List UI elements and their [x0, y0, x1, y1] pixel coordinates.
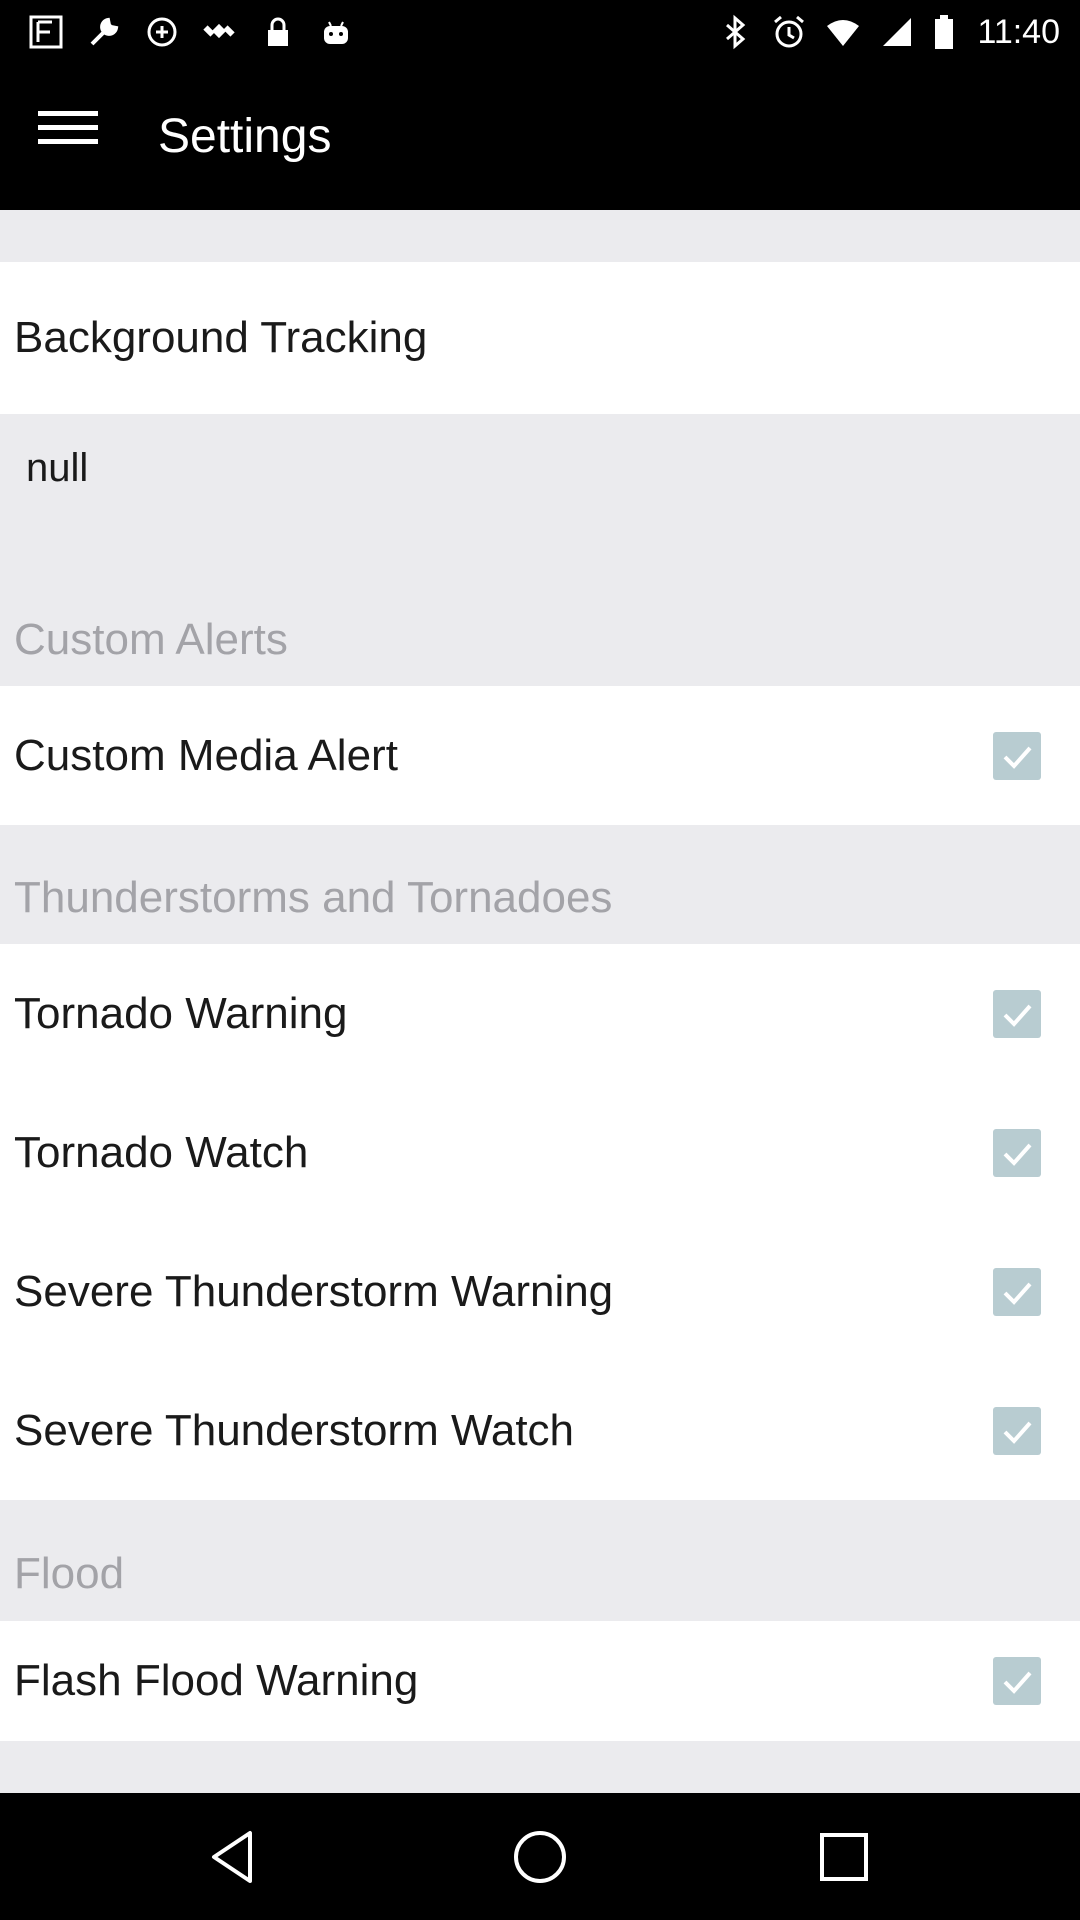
flash-flood-warning-row[interactable]: Flash Flood Warning: [0, 1621, 1080, 1741]
page-title: Settings: [158, 110, 332, 163]
notification-icon: [28, 14, 64, 50]
app-bar: Settings: [0, 63, 1080, 210]
navigation-bar: [0, 1793, 1080, 1920]
tornado-watch-checkbox[interactable]: [993, 1129, 1041, 1177]
flash-flood-warning-label: Flash Flood Warning: [14, 1656, 419, 1705]
settings-list[interactable]: Background Tracking null Custom Alerts C…: [0, 210, 1080, 1793]
bluetooth-icon: [717, 14, 753, 50]
alarm-icon: [771, 14, 807, 50]
wifi-icon: [825, 14, 861, 50]
android-icon: [318, 14, 354, 50]
severe-thunderstorm-watch-checkbox[interactable]: [993, 1407, 1041, 1455]
home-button[interactable]: [506, 1823, 574, 1891]
tornado-warning-label: Tornado Warning: [14, 989, 348, 1038]
lock-icon: [260, 14, 296, 50]
custom-media-alert-row[interactable]: Custom Media Alert: [0, 686, 1080, 825]
menu-button[interactable]: [38, 111, 110, 163]
section-header-custom-alerts: Custom Alerts: [14, 615, 288, 664]
tornado-watch-label: Tornado Watch: [14, 1128, 309, 1177]
tornado-warning-checkbox[interactable]: [993, 990, 1041, 1038]
flash-flood-warning-checkbox[interactable]: [993, 1657, 1041, 1705]
wrench-icon: [86, 14, 122, 50]
section-header-thunderstorms: Thunderstorms and Tornadoes: [14, 873, 613, 922]
back-button[interactable]: [200, 1823, 268, 1891]
menu-icon-line: [38, 139, 98, 144]
section-header-flood: Flood: [14, 1549, 125, 1598]
recents-icon: [820, 1833, 868, 1881]
sync-icon: [144, 14, 180, 50]
status-time: 11:40: [977, 12, 1060, 51]
severe-thunderstorm-warning-checkbox[interactable]: [993, 1268, 1041, 1316]
background-tracking-row[interactable]: Background Tracking: [0, 262, 1080, 414]
custom-media-alert-checkbox[interactable]: [993, 732, 1041, 780]
status-bar: 11:40: [0, 0, 1080, 63]
menu-icon-line: [38, 111, 98, 116]
custom-media-alert-label: Custom Media Alert: [14, 731, 398, 780]
null-text: null: [26, 446, 89, 490]
severe-thunderstorm-warning-label: Severe Thunderstorm Warning: [14, 1267, 614, 1316]
recents-button[interactable]: [810, 1823, 878, 1891]
severe-thunderstorm-watch-row[interactable]: Severe Thunderstorm Watch: [0, 1361, 1080, 1500]
background-tracking-label: Background Tracking: [14, 313, 428, 362]
severe-thunderstorm-warning-row[interactable]: Severe Thunderstorm Warning: [0, 1222, 1080, 1361]
severe-thunderstorm-watch-label: Severe Thunderstorm Watch: [14, 1406, 575, 1455]
signal-icon: [879, 14, 915, 50]
tornado-warning-row[interactable]: Tornado Warning: [0, 944, 1080, 1083]
home-icon: [514, 1831, 566, 1883]
tornado-watch-row[interactable]: Tornado Watch: [0, 1083, 1080, 1222]
thunderstorm-group: Tornado Warning Tornado Watch Severe Thu…: [0, 944, 1080, 1500]
battery-icon: [933, 14, 955, 50]
satellite-icon: [202, 14, 238, 50]
menu-icon-line: [38, 125, 98, 130]
back-icon: [212, 1831, 252, 1883]
